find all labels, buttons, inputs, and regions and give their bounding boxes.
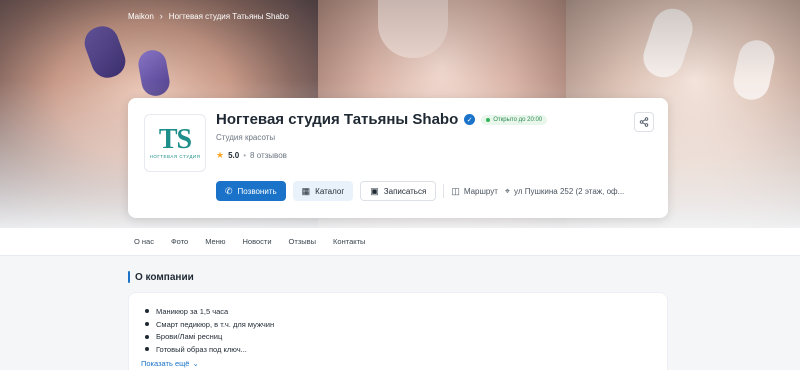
tabs-bar: О нас Фото Меню Новости Отзывы Контакты	[0, 228, 800, 256]
bullet-icon	[145, 309, 149, 314]
tab-list: О нас Фото Меню Новости Отзывы Контакты	[134, 237, 365, 246]
list-item: Готовый образ под ключ...	[145, 343, 274, 356]
logo-mark: TS	[158, 123, 192, 155]
share-icon	[639, 117, 649, 127]
tab-contacts[interactable]: Контакты	[333, 237, 365, 246]
book-button[interactable]: ▣ Записаться	[360, 181, 437, 201]
rating-value: 5.0	[228, 151, 240, 160]
list-item-text: Смарт педикюр, в т.ч. для мужчин	[156, 319, 275, 329]
address-label: ул Пушкина 252 (2 этаж, оф...	[514, 186, 625, 196]
breadcrumb-separator: ›	[159, 11, 163, 21]
action-bar: ✆ Позвонить ▦ Каталог ▣ Записаться ◫ Мар…	[216, 181, 624, 201]
business-name: Ногтевая студия Татьяны Shabo	[216, 111, 459, 128]
verified-icon: ✓	[464, 114, 476, 125]
breadcrumb: Maikon › Ногтевая студия Татьяны Shabo	[128, 11, 289, 21]
open-status-text: Открыто до 20:00	[493, 116, 543, 123]
rating-separator: •	[243, 151, 247, 160]
share-button[interactable]	[634, 112, 654, 132]
open-status-badge: Открыто до 20:00	[481, 114, 548, 125]
address-link[interactable]: ⌖ ул Пушкина 252 (2 этаж, оф...	[505, 186, 624, 197]
catalog-icon: ▦	[301, 185, 311, 196]
title-row: Ногтевая студия Татьяны Shabo ✓ Открыто …	[216, 111, 548, 128]
list-item-text: Брови/Ламі ресниц	[156, 332, 223, 342]
phone-icon: ✆	[225, 185, 233, 196]
list-item: Смарт педикюр, в т.ч. для мужчин	[145, 318, 274, 331]
bullet-icon	[145, 322, 149, 327]
bullet-icon	[145, 334, 149, 339]
list-item-text: Готовый образ под ключ...	[156, 344, 247, 354]
about-card: Маникюр за 1,5 часа Смарт педикюр, в т.ч…	[128, 292, 668, 370]
status-dot-icon	[486, 117, 491, 122]
list-item-text: Маникюр за 1,5 часа	[156, 306, 229, 316]
list-item: Маникюр за 1,5 часа	[145, 305, 274, 318]
show-more-label: Показать ещё	[141, 359, 190, 368]
catalog-label: Каталог	[315, 186, 345, 196]
rating-row: ★ 5.0 • 8 отзывов	[216, 150, 287, 161]
about-list: Маникюр за 1,5 часа Смарт педикюр, в т.ч…	[145, 305, 274, 356]
bullet-icon	[145, 347, 149, 352]
title-accent	[128, 271, 130, 283]
breadcrumb-current: Ногтевая студия Татьяны Shabo	[168, 11, 289, 21]
chevron-down-icon: ⌄	[192, 359, 199, 368]
business-card: TS НОГТЕВАЯ СТУДИЯ Ногтевая студия Татья…	[128, 98, 668, 218]
tab-photos[interactable]: Фото	[171, 237, 188, 246]
tab-news[interactable]: Новости	[243, 237, 272, 246]
tab-reviews[interactable]: Отзывы	[289, 237, 316, 246]
about-section-title: О компании	[128, 271, 194, 283]
route-label: Маршрут	[463, 186, 498, 196]
route-link[interactable]: ◫ Маршрут	[451, 186, 498, 197]
location-pin-icon: ⌖	[504, 185, 510, 196]
star-icon: ★	[216, 150, 225, 160]
list-item: Брови/Ламі ресниц	[145, 330, 274, 343]
business-category: Студия красоты	[216, 133, 276, 142]
show-more-link[interactable]: Показать ещё ⌄	[141, 359, 199, 368]
call-button[interactable]: ✆ Позвонить	[216, 181, 286, 201]
call-label: Позвонить	[237, 186, 277, 196]
about-title: О компании	[135, 271, 194, 283]
divider	[443, 184, 445, 198]
map-icon: ◫	[451, 185, 460, 196]
business-logo: TS НОГТЕВАЯ СТУДИЯ	[144, 114, 206, 172]
catalog-button[interactable]: ▦ Каталог	[292, 181, 354, 201]
tab-menu[interactable]: Меню	[205, 237, 225, 246]
book-label: Записаться	[383, 186, 427, 196]
logo-text: НОГТЕВАЯ СТУДИЯ	[149, 153, 201, 159]
tab-about[interactable]: О нас	[134, 237, 154, 246]
reviews-link[interactable]: 8 отзывов	[250, 151, 287, 160]
breadcrumb-home[interactable]: Maikon	[128, 12, 154, 21]
calendar-icon: ▣	[370, 185, 379, 196]
